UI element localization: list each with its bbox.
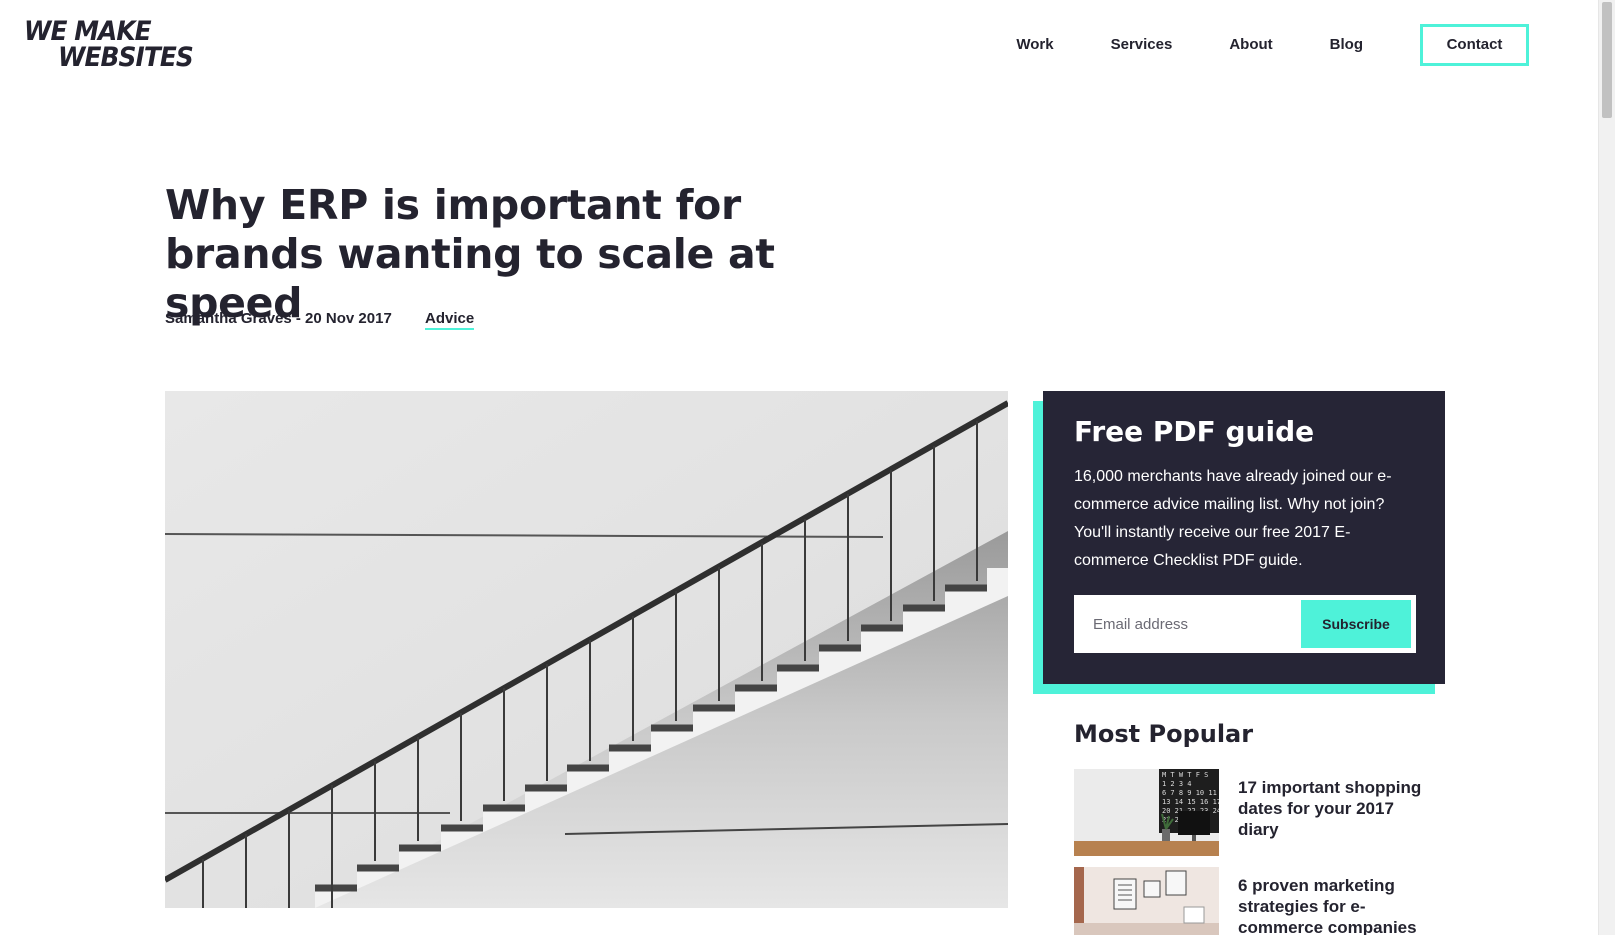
subscribe-form: Subscribe — [1074, 595, 1416, 653]
popular-item-title[interactable]: 6 proven marketing strategies for e-comm… — [1238, 875, 1434, 935]
popular-thumbnail[interactable]: M T W T F S 1 2 3 4 6 7 8 9 10 11 13 14 … — [1074, 769, 1219, 856]
author-date: Samantha Graves - 20 Nov 2017 — [165, 310, 392, 327]
most-popular-heading: Most Popular — [1074, 720, 1254, 748]
popular-item-title[interactable]: 17 important shopping dates for your 201… — [1238, 777, 1434, 840]
logo-line-2: WEBSITES — [58, 42, 194, 73]
scrollbar-thumb[interactable] — [1602, 2, 1612, 118]
nav-blog[interactable]: Blog — [1330, 24, 1363, 66]
nav-contact-button[interactable]: Contact — [1420, 24, 1529, 66]
logo-line-1: WE MAKE — [24, 16, 152, 47]
article-meta: Samantha Graves - 20 Nov 2017 Advice — [165, 310, 475, 330]
popular-item[interactable]: M T W T F S 1 2 3 4 6 7 8 9 10 11 13 14 … — [1074, 769, 1434, 859]
email-input[interactable] — [1074, 595, 1299, 653]
hero-image — [165, 391, 1008, 908]
main-nav: Work Services About Blog Contact — [1016, 24, 1529, 66]
office-posters-image — [1074, 867, 1219, 935]
nav-services[interactable]: Services — [1111, 24, 1173, 66]
desk-calendar-image: M T W T F S 1 2 3 4 6 7 8 9 10 11 13 14 … — [1074, 769, 1219, 856]
page-scrollbar[interactable] — [1598, 0, 1615, 935]
popular-item[interactable]: 6 proven marketing strategies for e-comm… — [1074, 867, 1434, 935]
svg-text:M T W T F S: M T W T F S — [1162, 771, 1208, 779]
pdf-guide-heading: Free PDF guide — [1074, 415, 1315, 448]
subscribe-button[interactable]: Subscribe — [1301, 600, 1411, 648]
article-title: Why ERP is important for brands wanting … — [165, 181, 775, 327]
svg-text:13 14 15 16 17: 13 14 15 16 17 — [1162, 798, 1219, 806]
svg-text:6 7 8 9 10 11: 6 7 8 9 10 11 — [1162, 789, 1217, 797]
staircase-illustration — [165, 391, 1008, 908]
nav-about[interactable]: About — [1229, 24, 1272, 66]
pdf-guide-box: Free PDF guide 16,000 merchants have alr… — [1043, 391, 1445, 684]
site-logo[interactable]: WE MAKE WEBSITES — [24, 18, 194, 72]
svg-text:1 2 3 4: 1 2 3 4 — [1162, 780, 1192, 788]
popular-thumbnail[interactable] — [1074, 867, 1219, 935]
category-link[interactable]: Advice — [425, 310, 475, 330]
pdf-guide-body: 16,000 merchants have already joined our… — [1074, 468, 1392, 569]
nav-work[interactable]: Work — [1016, 24, 1053, 66]
